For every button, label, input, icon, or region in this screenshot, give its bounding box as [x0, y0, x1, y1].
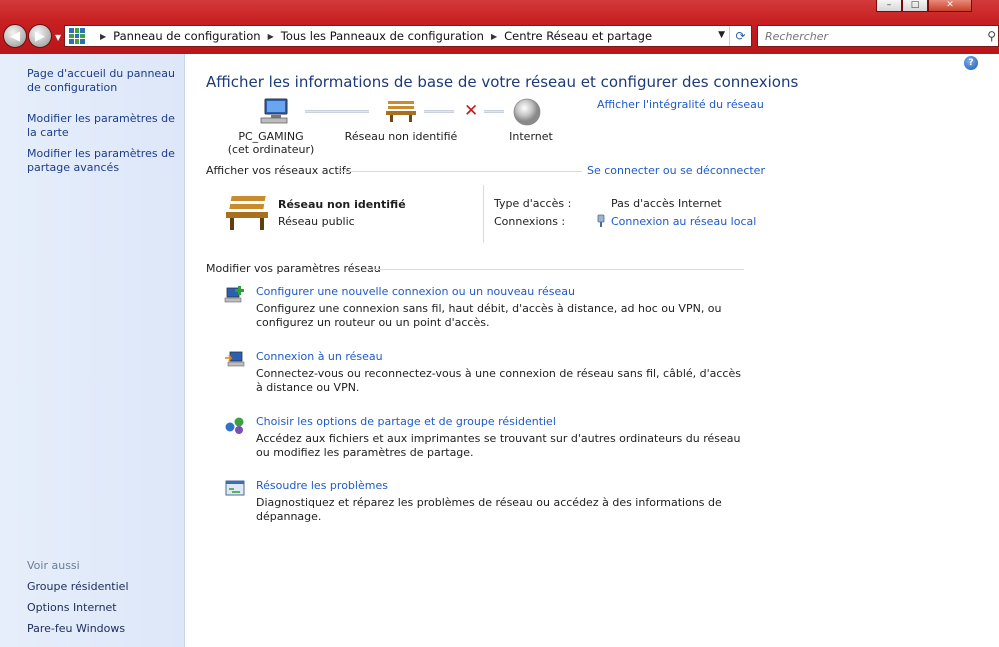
computer-label: PC_GAMING (cet ordinateur)	[221, 130, 321, 156]
homegroup-icon	[225, 417, 244, 434]
vertical-divider	[483, 185, 484, 243]
window-controls: – □ ✕	[876, 0, 972, 12]
minimize-button[interactable]: –	[876, 0, 902, 12]
divider	[363, 269, 744, 270]
local-connection-link[interactable]: Connexion au réseau local	[611, 215, 756, 228]
task-link-homegroup[interactable]: Choisir les options de partage et de gro…	[256, 415, 556, 428]
task-desc-homegroup: Accédez aux fichiers et aux imprimantes …	[256, 432, 741, 459]
connection-line	[484, 110, 504, 113]
sidebar-link-internet-options[interactable]: Options Internet	[27, 601, 117, 614]
arrow-left-icon: ◀	[10, 28, 20, 44]
page-title: Afficher les informations de base de vot…	[206, 73, 799, 91]
connections-label: Connexions :	[494, 215, 566, 228]
connect-network-icon	[225, 351, 245, 367]
change-settings-heading: Modifier vos paramètres réseau	[206, 262, 381, 275]
task-link-troubleshoot[interactable]: Résoudre les problèmes	[256, 479, 388, 492]
address-bar[interactable]: ▶ Panneau de configuration ▶ Tous les Pa…	[64, 25, 752, 47]
task-new-connection: Configurer une nouvelle connexion ou un …	[224, 285, 744, 335]
divider	[337, 171, 582, 172]
internet-globe-icon[interactable]	[512, 97, 542, 127]
access-type-label: Type d'accès :	[494, 197, 572, 210]
arrow-right-icon: ▶	[35, 28, 45, 44]
breadcrumb-all-control-panels[interactable]: Tous les Panneaux de configuration	[281, 29, 484, 43]
internet-label: Internet	[509, 130, 553, 143]
no-connection-x-icon: ✕	[464, 101, 479, 121]
breadcrumb-chevron-icon[interactable]: ▶	[268, 32, 274, 41]
ethernet-plug-icon	[597, 214, 605, 227]
computer-subtitle: (cet ordinateur)	[227, 143, 315, 156]
active-network-type[interactable]: Réseau public	[278, 215, 355, 228]
search-icon[interactable]: ⚲	[987, 29, 996, 43]
task-desc-troubleshoot: Diagnostiquez et réparez les problèmes d…	[256, 496, 722, 523]
view-full-map-link[interactable]: Afficher l'intégralité du réseau	[597, 98, 764, 111]
breadcrumb-chevron-icon[interactable]: ▶	[100, 32, 106, 41]
public-network-bench-icon	[226, 196, 268, 230]
breadcrumb-chevron-icon[interactable]: ▶	[491, 32, 497, 41]
sidebar-link-adapter-settings[interactable]: Modifier les paramètres de la carte	[27, 112, 177, 140]
new-connection-icon	[224, 286, 244, 303]
sidebar-link-sharing-settings[interactable]: Modifier les paramètres de partage avanc…	[27, 147, 177, 175]
connection-line	[305, 110, 369, 113]
task-link-connect-network[interactable]: Connexion à un réseau	[256, 350, 383, 363]
help-icon[interactable]: ?	[964, 56, 978, 70]
active-network-name: Réseau non identifié	[278, 198, 406, 211]
public-network-bench-icon[interactable]	[386, 99, 416, 123]
network-label: Réseau non identifié	[344, 130, 458, 143]
maximize-button[interactable]: □	[902, 0, 928, 12]
recent-pages-dropdown-icon[interactable]: ▼	[55, 33, 61, 42]
task-homegroup: Choisir les options de partage et de gro…	[224, 415, 744, 465]
task-connect-network: Connexion à un réseau Connectez-vous ou …	[224, 350, 744, 400]
task-link-new-connection[interactable]: Configurer une nouvelle connexion ou un …	[256, 285, 575, 298]
connect-disconnect-link[interactable]: Se connecter ou se déconnecter	[587, 164, 765, 177]
sidebar-link-firewall[interactable]: Pare-feu Windows	[27, 622, 125, 635]
task-desc-new-connection: Configurez une connexion sans fil, haut …	[256, 302, 722, 329]
back-button[interactable]: ◀	[3, 24, 27, 48]
sidebar: Page d'accueil du panneau de configurati…	[0, 54, 185, 647]
connection-line	[424, 110, 454, 113]
refresh-icon[interactable]: ⟳	[729, 26, 751, 46]
search-input[interactable]	[765, 29, 965, 43]
window-titlebar: – □ ✕ ◀ ▶ ▼ ▶ Panneau de configuration ▶…	[0, 0, 999, 54]
address-dropdown-icon[interactable]: ▼	[718, 30, 725, 40]
close-button[interactable]: ✕	[928, 0, 972, 12]
access-type-value: Pas d'accès Internet	[611, 197, 722, 210]
see-also-heading: Voir aussi	[27, 559, 80, 572]
sidebar-link-home[interactable]: Page d'accueil du panneau de configurati…	[27, 67, 177, 95]
active-networks-heading: Afficher vos réseaux actifs	[206, 164, 352, 177]
task-desc-connect-network: Connectez-vous ou reconnectez-vous à une…	[256, 367, 741, 394]
forward-button[interactable]: ▶	[28, 24, 52, 48]
breadcrumb-network-center[interactable]: Centre Réseau et partage	[504, 29, 652, 43]
search-box[interactable]: ⚲	[757, 25, 999, 47]
control-panel-icon	[69, 28, 85, 44]
task-troubleshoot: Résoudre les problèmes Diagnostiquez et …	[224, 479, 744, 523]
breadcrumb-control-panel[interactable]: Panneau de configuration	[113, 29, 260, 43]
computer-name: PC_GAMING	[238, 130, 304, 143]
troubleshoot-icon	[225, 480, 245, 496]
sidebar-link-homegroup[interactable]: Groupe résidentiel	[27, 580, 129, 593]
computer-icon[interactable]	[259, 97, 291, 125]
